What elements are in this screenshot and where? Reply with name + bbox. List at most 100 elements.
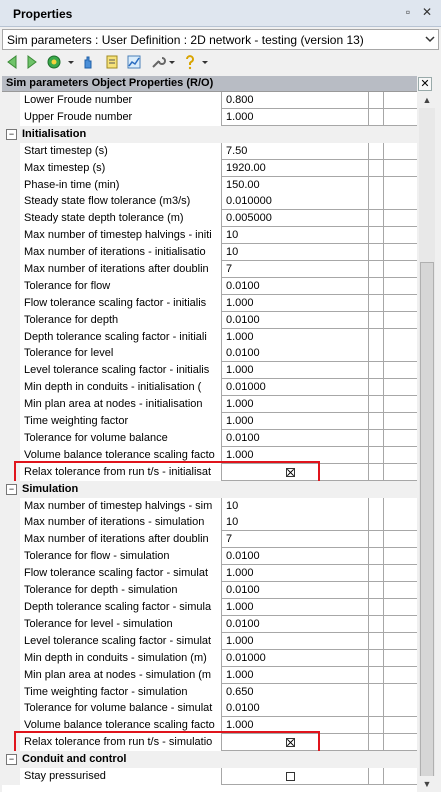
property-label: Min plan area at nodes - initialisation <box>24 398 203 410</box>
property-label: Tolerance for depth - simulation <box>24 584 178 596</box>
property-value: 0.0100 <box>226 347 260 359</box>
property-label: Flow tolerance scaling factor - simulat <box>24 567 209 579</box>
notes-icon[interactable] <box>104 54 120 70</box>
property-value: 0.650 <box>226 686 254 698</box>
property-label: Min depth in conduits - simulation (m) <box>24 652 207 664</box>
property-value-cell[interactable] <box>221 768 368 785</box>
object-selector-dropdown[interactable]: Sim parameters : User Definition : 2D ne… <box>2 29 439 50</box>
property-value-cell[interactable]: 0.0100 <box>221 700 368 717</box>
property-value-cell[interactable]: 7.50 <box>221 143 368 160</box>
property-value-cell[interactable]: 1.000 <box>221 599 368 616</box>
property-value-cell[interactable]: 1.000 <box>221 667 368 684</box>
hand-icon[interactable] <box>80 54 96 70</box>
property-value-cell[interactable] <box>221 464 368 481</box>
property-extra-cell <box>383 447 417 464</box>
property-value-cell[interactable]: 150.00 <box>221 177 368 194</box>
property-value-cell[interactable]: 1.000 <box>221 329 368 346</box>
close-icon[interactable]: ✕ <box>420 5 434 19</box>
vertical-scrollbar[interactable]: ▲ ▼ <box>419 92 435 792</box>
property-extra-cell <box>383 345 417 362</box>
section-header[interactable]: − Conduit and control <box>2 751 417 768</box>
property-value-cell[interactable]: 0.010000 <box>221 193 368 210</box>
property-label: Max number of iterations - simulation <box>24 516 205 528</box>
property-value-cell[interactable]: 1.000 <box>221 362 368 379</box>
scroll-down-icon[interactable]: ▼ <box>419 776 435 792</box>
property-value: 0.01000 <box>226 652 266 664</box>
property-value-cell[interactable]: 0.800 <box>221 92 368 109</box>
property-extra-cell <box>368 261 383 278</box>
property-extra-cell <box>383 278 417 295</box>
property-label: Lower Froude number <box>24 94 133 106</box>
forward-icon[interactable] <box>24 54 40 70</box>
chevron-down-icon[interactable] <box>197 54 213 70</box>
property-value-cell[interactable]: 0.01000 <box>221 650 368 667</box>
property-value-cell[interactable]: 0.0100 <box>221 548 368 565</box>
property-value: 1.000 <box>226 635 254 647</box>
property-row: Phase-in time (min) 150.00 <box>2 177 417 194</box>
property-value-cell[interactable]: 0.0100 <box>221 312 368 329</box>
checkbox[interactable] <box>286 772 295 781</box>
back-icon[interactable] <box>4 54 20 70</box>
scrollbar-thumb[interactable] <box>420 262 434 790</box>
property-label: Level tolerance scaling factor - simulat <box>24 635 212 647</box>
checkbox[interactable] <box>286 738 295 747</box>
property-value: 0.0100 <box>226 314 260 326</box>
target-icon[interactable] <box>46 54 62 70</box>
property-extra-cell <box>368 498 383 515</box>
property-value-cell[interactable]: 1.000 <box>221 295 368 312</box>
chart-icon[interactable] <box>126 54 142 70</box>
property-row: Tolerance for depth 0.0100 <box>2 312 417 329</box>
property-value-cell[interactable]: 0.650 <box>221 684 368 701</box>
property-extra-cell <box>368 514 383 531</box>
scroll-up-icon[interactable]: ▲ <box>419 92 435 108</box>
property-value-cell[interactable]: 1.000 <box>221 109 368 126</box>
property-row: Steady state flow tolerance (m3/s) 0.0100… <box>2 193 417 210</box>
property-value: 0.01000 <box>226 381 266 393</box>
collapse-icon[interactable]: − <box>6 484 17 495</box>
property-extra-cell <box>383 413 417 430</box>
property-value-cell[interactable]: 10 <box>221 227 368 244</box>
property-value-cell[interactable]: 10 <box>221 244 368 261</box>
property-value-cell[interactable]: 0.01000 <box>221 379 368 396</box>
help-icon[interactable] <box>182 54 198 70</box>
property-value-cell[interactable]: 1920.00 <box>221 160 368 177</box>
property-value-cell[interactable]: 7 <box>221 261 368 278</box>
property-row: Volume balance tolerance scaling facto 1.… <box>2 717 417 734</box>
collapse-icon[interactable]: − <box>6 129 17 140</box>
property-value-cell[interactable]: 1.000 <box>221 396 368 413</box>
collapse-icon[interactable]: − <box>6 754 17 765</box>
property-value-cell[interactable]: 0.0100 <box>221 582 368 599</box>
property-row: Tolerance for depth - simulation 0.0100 <box>2 582 417 599</box>
property-row: Depth tolerance scaling factor - simula 1… <box>2 599 417 616</box>
row-gutter <box>2 160 20 177</box>
property-value-cell[interactable]: 0.0100 <box>221 345 368 362</box>
property-value-cell[interactable]: 7 <box>221 531 368 548</box>
checkbox[interactable] <box>286 468 295 477</box>
property-extra-cell <box>368 430 383 447</box>
row-gutter <box>2 227 20 244</box>
chevron-down-icon[interactable] <box>63 54 79 70</box>
property-extra-cell <box>383 295 417 312</box>
property-value-cell[interactable]: 1.000 <box>221 447 368 464</box>
property-value-cell[interactable]: 10 <box>221 514 368 531</box>
property-value-cell[interactable] <box>221 734 368 751</box>
property-value-cell[interactable]: 0.0100 <box>221 278 368 295</box>
pin-icon[interactable]: ▫ <box>401 5 415 19</box>
property-value-cell[interactable]: 0.005000 <box>221 210 368 227</box>
property-value-cell[interactable]: 0.0100 <box>221 616 368 633</box>
property-value-cell[interactable]: 1.000 <box>221 633 368 650</box>
property-label: Min plan area at nodes - simulation (m <box>24 669 212 681</box>
property-value-cell[interactable]: 0.0100 <box>221 430 368 447</box>
property-value-cell[interactable]: 1.000 <box>221 413 368 430</box>
property-value-cell[interactable]: 1.000 <box>221 717 368 734</box>
section-header[interactable]: − Initialisation <box>2 126 417 143</box>
property-extra-cell <box>383 768 417 785</box>
chevron-down-icon[interactable] <box>425 34 435 44</box>
property-value-cell[interactable]: 10 <box>221 498 368 515</box>
panel-close-button[interactable]: ✕ <box>418 77 432 91</box>
property-value-cell[interactable]: 1.000 <box>221 565 368 582</box>
window-title: Properties <box>13 7 73 21</box>
object-selector-value: Sim parameters : User Definition : 2D ne… <box>7 33 364 47</box>
section-header[interactable]: − Simulation <box>2 481 417 498</box>
chevron-down-icon[interactable] <box>164 54 180 70</box>
